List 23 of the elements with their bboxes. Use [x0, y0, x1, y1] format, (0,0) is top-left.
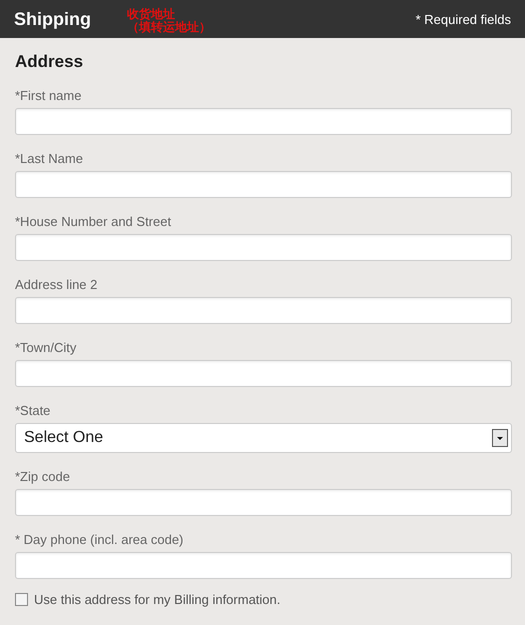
caret-icon [492, 429, 508, 447]
field-label: *House Number and Street [15, 214, 172, 230]
field-label: Address line 2 [15, 277, 98, 293]
annotation-text: 收货地址 （填转运地址） [126, 8, 211, 34]
field-label: *Last Name [15, 151, 83, 167]
field-label: *Town/City [15, 340, 76, 356]
section-title: Address [15, 52, 84, 72]
checkbox[interactable] [15, 593, 28, 606]
required-fields-note: * Required fields [416, 12, 511, 26]
input-field[interactable] [15, 489, 512, 516]
checkbox-label: Use this address for my Billing information. [34, 592, 280, 607]
field-label: *First name [15, 88, 82, 104]
state-dropdown[interactable]: Select One [15, 423, 512, 453]
input-field[interactable] [15, 360, 512, 387]
field-label: *State [15, 403, 50, 419]
input-field[interactable] [15, 552, 512, 579]
input-field[interactable] [15, 171, 512, 198]
page-title: Shipping [14, 8, 91, 30]
input-field[interactable] [15, 234, 512, 261]
input-field[interactable] [15, 297, 512, 324]
field-label: *Zip code [15, 469, 70, 485]
input-field[interactable] [15, 108, 512, 135]
field-label: * Day phone (incl. area code) [15, 532, 184, 548]
